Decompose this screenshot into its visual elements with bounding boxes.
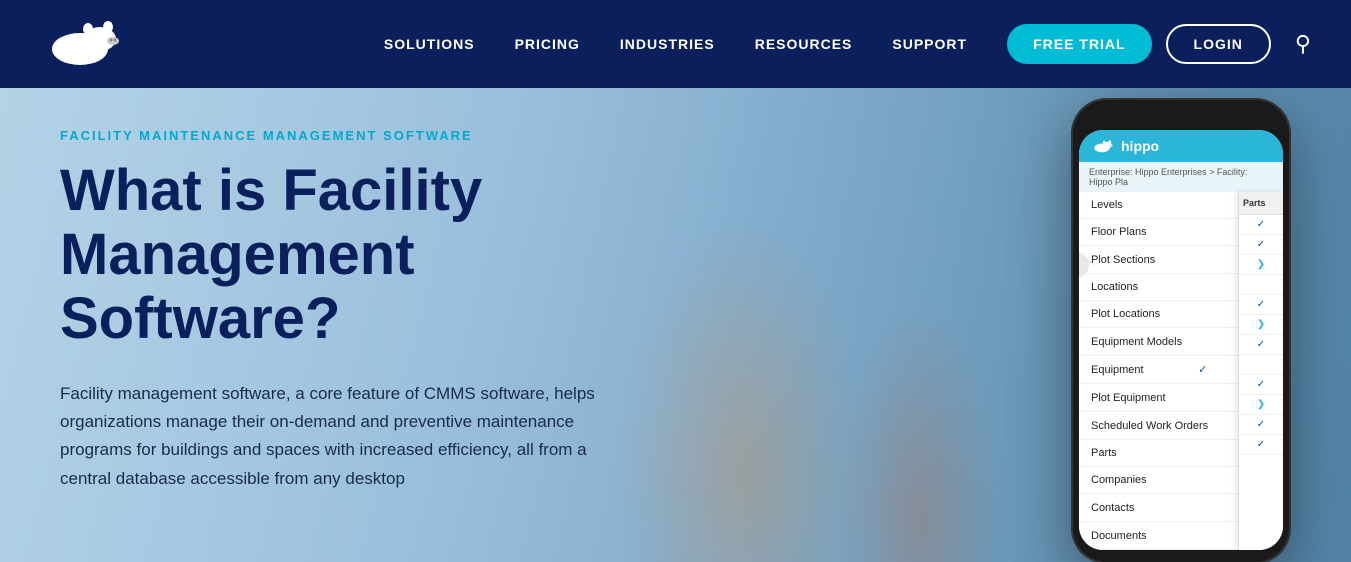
arrow-icon: ❯ [1257,319,1265,330]
hero-section: FACILITY MAINTENANCE MANAGEMENT SOFTWARE… [0,88,1351,562]
phone-mockup: hippo Enterprise: Hippo Enterprises > Fa… [1071,98,1291,562]
arrow-icon: ❯ [1257,399,1265,410]
menu-label: Floor Plans [1091,226,1147,238]
menu-label: Scheduled Work Orders [1091,420,1208,432]
menu-label: Parts [1091,447,1117,459]
arrow-icon: ❯ [1257,259,1265,270]
check-icon: ✓ [1257,339,1265,350]
nav-link-pricing[interactable]: PRICING [515,36,580,52]
menu-label: Equipment Models [1091,336,1182,348]
side-panel-row: ✓ [1239,375,1283,395]
phone-breadcrumb: Enterprise: Hippo Enterprises > Facility… [1079,162,1283,192]
side-panel-row: ✓ [1239,415,1283,435]
side-panel: Parts ✓ ✓ ❯ [1238,192,1283,550]
login-button[interactable]: LOGIN [1166,24,1271,64]
nav-buttons: FREE TRIAL LOGIN ⚲ [1007,24,1311,64]
check-icon: ✓ [1257,379,1265,390]
side-panel-row: ❯ [1239,395,1283,415]
phone-notch [1151,112,1211,124]
side-panel-title: Parts [1239,192,1283,215]
free-trial-button[interactable]: FREE TRIAL [1007,24,1151,64]
phone-header: hippo [1079,130,1283,162]
side-panel-row: ✓ [1239,235,1283,255]
search-icon[interactable]: ⚲ [1295,31,1311,57]
phone-screen: hippo Enterprise: Hippo Enterprises > Fa… [1079,130,1283,550]
menu-label: Companies [1091,474,1147,486]
nav-link-support[interactable]: SUPPORT [892,36,967,52]
phone-app-name: hippo [1121,138,1159,154]
hero-title: What is Facility Management Software? [60,159,620,350]
phone-app-logo [1091,139,1113,153]
check-icon: ✓ [1257,419,1265,430]
menu-label: Plot Sections [1091,254,1155,266]
hero-description: Facility management software, a core fea… [60,380,620,492]
nav-link-resources[interactable]: RESOURCES [755,36,853,52]
side-panel-row: ✓ [1239,215,1283,235]
side-panel-row: ✓ [1239,295,1283,315]
check-icon: ✓ [1257,219,1265,230]
side-panel-row: ✓ [1239,435,1283,455]
check-icon: ✓ [1257,239,1265,250]
phone-frame: hippo Enterprise: Hippo Enterprises > Fa… [1071,98,1291,562]
check-icon: ✓ [1198,363,1207,376]
hero-subtitle: FACILITY MAINTENANCE MANAGEMENT SOFTWARE [60,128,620,143]
hero-content: FACILITY MAINTENANCE MANAGEMENT SOFTWARE… [0,88,680,533]
nav-link-industries[interactable]: INDUSTRIES [620,36,715,52]
side-panel-row [1239,275,1283,295]
menu-label: Levels [1091,199,1123,211]
menu-label: Plot Locations [1091,308,1160,320]
nav-link-solutions[interactable]: SOLUTIONS [384,36,475,52]
side-panel-row: ❯ [1239,255,1283,275]
logo[interactable] [40,17,120,72]
nav-links: SOLUTIONS PRICING INDUSTRIES RESOURCES S… [384,36,967,52]
menu-label: Contacts [1091,502,1134,514]
menu-label: Locations [1091,281,1138,293]
check-icon: ✓ [1257,439,1265,450]
menu-label: Documents [1091,530,1147,542]
side-panel-row: ❯ [1239,315,1283,335]
navbar: SOLUTIONS PRICING INDUSTRIES RESOURCES S… [0,0,1351,88]
check-icon: ✓ [1257,299,1265,310]
side-panel-row [1239,355,1283,375]
menu-label: Equipment [1091,364,1144,376]
phone-menu-container: ‹ Levels Floor Plans Plot Sections ✓ [1079,192,1283,550]
side-panel-row: ✓ [1239,335,1283,355]
menu-label: Plot Equipment [1091,392,1166,404]
